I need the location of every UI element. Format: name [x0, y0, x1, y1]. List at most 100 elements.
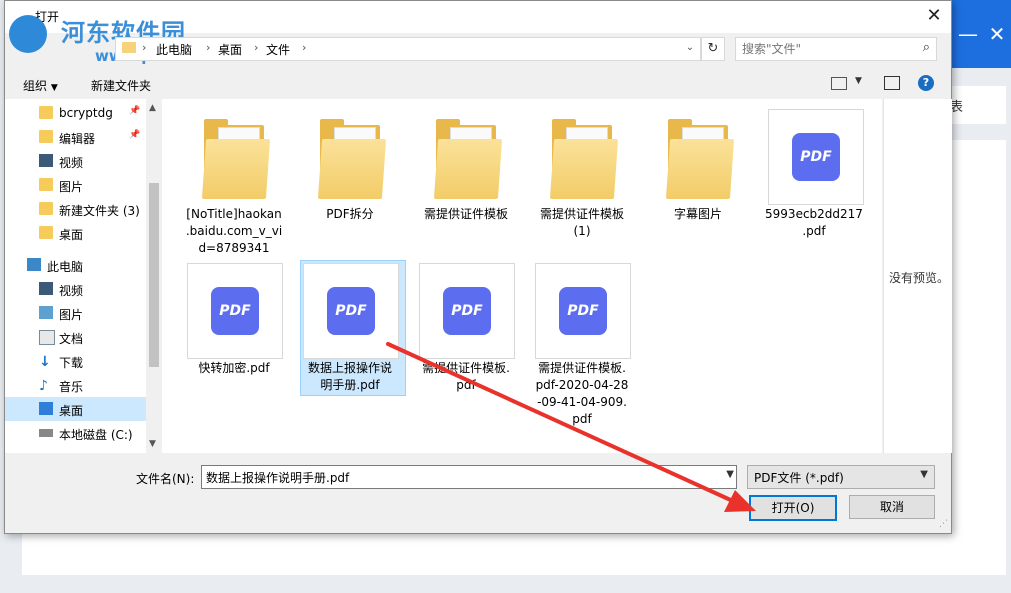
nav-item[interactable]: ♪ 音乐	[5, 373, 147, 397]
search-box[interactable]: ⌕	[735, 37, 937, 61]
close-icon[interactable]: ✕	[986, 22, 1008, 46]
breadcrumb-separator: ›	[254, 41, 259, 54]
nav-item[interactable]: 视频	[5, 149, 147, 173]
folder-item[interactable]: 需提供证件模板	[416, 109, 516, 279]
preview-pane-icon[interactable]	[884, 76, 900, 90]
file-label: .pdf	[802, 224, 826, 238]
nav-item-label: 文档	[59, 332, 84, 346]
nav-item[interactable]: 视频	[5, 277, 147, 301]
pin-icon[interactable]: 📌	[129, 130, 140, 140]
nav-item[interactable]: 图片	[5, 173, 147, 197]
file-label: 快转加密.pdf	[198, 361, 270, 375]
pdf-file-icon: PDF	[768, 109, 864, 205]
nav-scrollbar-thumb[interactable]	[149, 183, 159, 367]
nav-item[interactable]: 本地磁盘 (C:)	[5, 421, 147, 445]
music-icon: ♪	[39, 378, 48, 394]
refresh-icon[interactable]: ↻	[701, 37, 725, 61]
nav-item-label: 新建文件夹 (3)	[59, 204, 140, 218]
chevron-down-icon[interactable]: ▼	[855, 76, 862, 86]
nav-item-label: 视频	[59, 156, 84, 170]
file-label: pdf	[572, 412, 592, 426]
nav-item[interactable]: ↓ 下载	[5, 349, 147, 373]
picture-icon	[39, 306, 53, 319]
video-icon	[39, 154, 53, 167]
filename-value: 数据上报操作说明手册.pdf	[206, 471, 350, 485]
search-icon[interactable]: ⌕	[923, 40, 930, 55]
nav-item[interactable]: 桌面	[5, 397, 147, 421]
breadcrumb-files[interactable]: 文件	[266, 41, 290, 58]
folder-item[interactable]: 字幕图片	[648, 109, 748, 279]
nav-item-label: 桌面	[59, 404, 84, 418]
minimize-icon[interactable]: —	[958, 22, 978, 46]
nav-item[interactable]: 图片	[5, 301, 147, 325]
preview-message: 没有预览。	[889, 271, 950, 285]
pdf-badge: PDF	[559, 287, 607, 335]
folder-icon	[122, 42, 136, 53]
pdf-file-icon: PDF	[535, 263, 631, 359]
nav-item[interactable]: 桌面	[5, 221, 147, 245]
nav-item[interactable]: 文档	[5, 325, 147, 349]
file-label: 需提供证件模板	[423, 207, 508, 221]
pdf-file-item[interactable]: PDF 快转加密.pdf	[184, 263, 284, 433]
dialog-close-icon[interactable]: ✕	[923, 5, 945, 27]
nav-item-label: 桌面	[59, 228, 84, 242]
pdf-file-icon: PDF	[303, 263, 399, 359]
pdf-file-item[interactable]: PDF 5993ecb2dd217 .pdf	[764, 109, 864, 279]
file-label: [NoTitle]haokan	[186, 207, 282, 221]
scroll-down-icon[interactable]: ▼	[149, 439, 156, 449]
breadcrumb-this-pc[interactable]: 此电脑	[156, 41, 192, 58]
search-input[interactable]	[742, 41, 902, 57]
chevron-down-icon[interactable]: ▼	[726, 469, 734, 480]
download-icon: ↓	[39, 354, 51, 370]
pdf-badge: PDF	[211, 287, 259, 335]
video-icon	[39, 282, 53, 295]
filetype-value: PDF文件 (*.pdf)	[754, 471, 844, 485]
pdf-badge: PDF	[792, 133, 840, 181]
folder-item[interactable]: [NoTitle]haokan .baidu.com_v_vi d=8789341	[184, 109, 284, 279]
file-label: pdf-2020-04-28	[535, 378, 629, 392]
folder-item[interactable]: 需提供证件模板 (1)	[532, 109, 632, 279]
file-label: 需提供证件模板.	[422, 361, 510, 375]
new-folder-button[interactable]: 新建文件夹	[91, 77, 151, 94]
pin-icon[interactable]: 📌	[129, 106, 140, 116]
organize-label: 组织	[23, 79, 48, 93]
filename-label: 文件名(N):	[136, 472, 195, 486]
nav-item[interactable]: 新建文件夹 (3)	[5, 197, 147, 221]
nav-item[interactable]: bcryptdg 📌	[5, 101, 147, 125]
folder-icon	[39, 226, 53, 239]
file-label: (1)	[573, 224, 591, 238]
pdf-file-item[interactable]: PDF 数据上报操作说 明手册.pdf	[300, 263, 400, 433]
open-button[interactable]: 打开(O)	[749, 495, 837, 521]
pdf-file-item[interactable]: PDF 需提供证件模板. pdf-2020-04-28 -09-41-04-909. p…	[532, 263, 632, 433]
nav-item-label: bcryptdg	[59, 106, 113, 120]
breadcrumb-desktop[interactable]: 桌面	[218, 41, 242, 58]
folder-icon	[39, 178, 53, 191]
filename-input[interactable]: 数据上报操作说明手册.pdf ▼	[201, 465, 737, 489]
address-bar[interactable]: › 此电脑 › 桌面 › 文件 ›	[115, 37, 701, 61]
chevron-down-icon[interactable]: ⌄	[683, 39, 697, 57]
organize-button[interactable]: 组织 ▼	[23, 77, 58, 94]
folder-item[interactable]: PDF拆分	[300, 109, 400, 279]
pdf-file-item[interactable]: PDF 需提供证件模板. pdf	[416, 263, 516, 433]
resize-grip-icon[interactable]: ⋰	[939, 519, 948, 529]
chevron-down-icon: ▼	[920, 469, 928, 480]
help-icon[interactable]: ?	[918, 75, 934, 91]
file-label: PDF拆分	[326, 207, 374, 221]
file-label: 字幕图片	[673, 207, 722, 221]
desktop-icon	[39, 402, 53, 415]
open-file-dialog: 打开 ✕ 河东软件园 www.pc0359.cn › 此电脑 › 桌面 › 文件…	[4, 0, 952, 534]
file-label: -09-41-04-909.	[537, 395, 627, 409]
scroll-up-icon[interactable]: ▲	[149, 103, 156, 113]
breadcrumb-separator: ›	[302, 41, 307, 54]
file-label: d=8789341	[198, 241, 270, 255]
cancel-button[interactable]: 取消	[849, 495, 935, 519]
folder-icon	[317, 119, 387, 201]
nav-item[interactable]: 此电脑	[5, 253, 147, 277]
nav-item-label: 下载	[59, 356, 84, 370]
nav-item[interactable]: 编辑器 📌	[5, 125, 147, 149]
document-icon	[39, 330, 55, 345]
folder-icon	[549, 119, 619, 201]
filetype-select[interactable]: PDF文件 (*.pdf) ▼	[747, 465, 935, 489]
toolbar: 组织 ▼ 新建文件夹	[5, 69, 951, 99]
view-options-icon[interactable]	[831, 77, 847, 90]
